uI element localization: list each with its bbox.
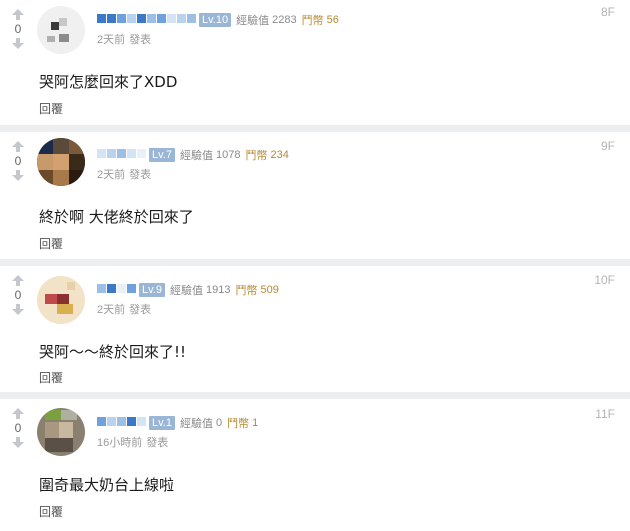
floor-number: 8F [600,5,615,19]
upvote-arrow-icon[interactable] [9,275,27,287]
level-badge: Lv.10 [199,13,232,27]
divider [0,392,630,399]
post-label: 發表 [146,437,169,449]
upvote-arrow-icon[interactable] [9,408,27,420]
comment-text: 終於啊 大佬終於回來了 [39,208,194,226]
vote-score: 0 [14,22,22,36]
vote-score: 0 [14,421,22,435]
vote-control: 0 [9,9,27,49]
coin-value: 1 [252,417,259,429]
reply-button[interactable]: 回覆 [39,503,63,520]
upvote-arrow-icon[interactable] [9,9,27,21]
vote-control: 0 [9,141,27,181]
exp-value: 1078 [215,149,241,161]
level-badge: Lv.9 [139,283,165,297]
comment-item: 0 Lv.10 經驗值 2283 鬥幣 56 2天前 發表 8F 哭阿怎麼回來了X… [0,0,630,125]
exp-label: 經驗值 [179,418,213,430]
vote-control: 0 [9,408,27,448]
username-pixelated[interactable] [97,14,197,26]
floor-number: 9F [600,139,615,153]
avatar[interactable] [37,138,85,186]
username-pixelated[interactable] [97,149,147,161]
comment-item: 0 Lv.1 經驗值 0 鬥幣 1 16小時前 發表 11F 圍奇最大奶台上線啦 … [0,399,630,531]
coin-label: 鬥幣 [227,418,250,430]
post-label: 發表 [129,169,152,181]
comment-text: 圍奇最大奶台上線啦 [39,476,175,494]
level-badge: Lv.7 [149,148,175,162]
divider [0,125,630,132]
reply-button[interactable]: 回覆 [39,369,63,386]
vote-score: 0 [14,288,22,302]
user-meta: Lv.9 經驗值 1913 鬥幣 509 2天前 發表 [97,282,279,316]
comment-item: 0 Lv.9 經驗值 1913 鬥幣 509 2天前 發表 10F 哭阿～～終於回… [0,266,630,392]
user-meta: Lv.7 經驗值 1078 鬥幣 234 2天前 發表 [97,147,289,181]
post-time: 2天前 [97,34,126,46]
post-label: 發表 [129,34,152,46]
upvote-arrow-icon[interactable] [9,141,27,153]
post-label: 發表 [129,304,152,316]
comment-text: 哭阿～～終於回來了!! [39,343,187,361]
coin-label: 鬥幣 [235,285,258,297]
post-time: 2天前 [97,169,126,181]
downvote-arrow-icon[interactable] [9,436,27,448]
user-meta: Lv.10 經驗值 2283 鬥幣 56 2天前 發表 [97,12,339,46]
avatar[interactable] [37,408,85,456]
avatar[interactable] [37,6,85,54]
exp-label: 經驗值 [179,150,213,162]
coin-value: 509 [260,284,279,296]
username-pixelated[interactable] [97,417,147,429]
user-meta: Lv.1 經驗值 0 鬥幣 1 16小時前 發表 [97,415,259,449]
divider [0,259,630,266]
avatar[interactable] [37,276,85,324]
comment-text: 哭阿怎麼回來了XDD [39,73,178,91]
exp-value: 2283 [272,14,297,26]
floor-number: 11F [595,407,615,421]
vote-control: 0 [9,275,27,315]
floor-number: 10F [594,273,615,287]
exp-value: 1913 [205,284,231,296]
level-badge: Lv.1 [149,416,175,430]
downvote-arrow-icon[interactable] [9,303,27,315]
exp-label: 經驗值 [169,285,203,297]
coin-label: 鬥幣 [301,15,324,27]
post-time: 2天前 [97,304,126,316]
coin-value: 56 [326,14,339,26]
coin-value: 234 [270,149,289,161]
username-pixelated[interactable] [97,284,137,296]
exp-value: 0 [215,417,223,429]
reply-button[interactable]: 回覆 [39,235,63,252]
exp-label: 經驗值 [236,15,270,27]
vote-score: 0 [14,154,22,168]
reply-button[interactable]: 回覆 [39,100,63,117]
comment-item: 0 Lv.7 經驗值 1078 鬥幣 234 2天前 發表 9F 終於啊 大佬終於… [0,132,630,259]
downvote-arrow-icon[interactable] [9,37,27,49]
post-time: 16小時前 [97,437,143,449]
coin-label: 鬥幣 [245,150,268,162]
downvote-arrow-icon[interactable] [9,169,27,181]
